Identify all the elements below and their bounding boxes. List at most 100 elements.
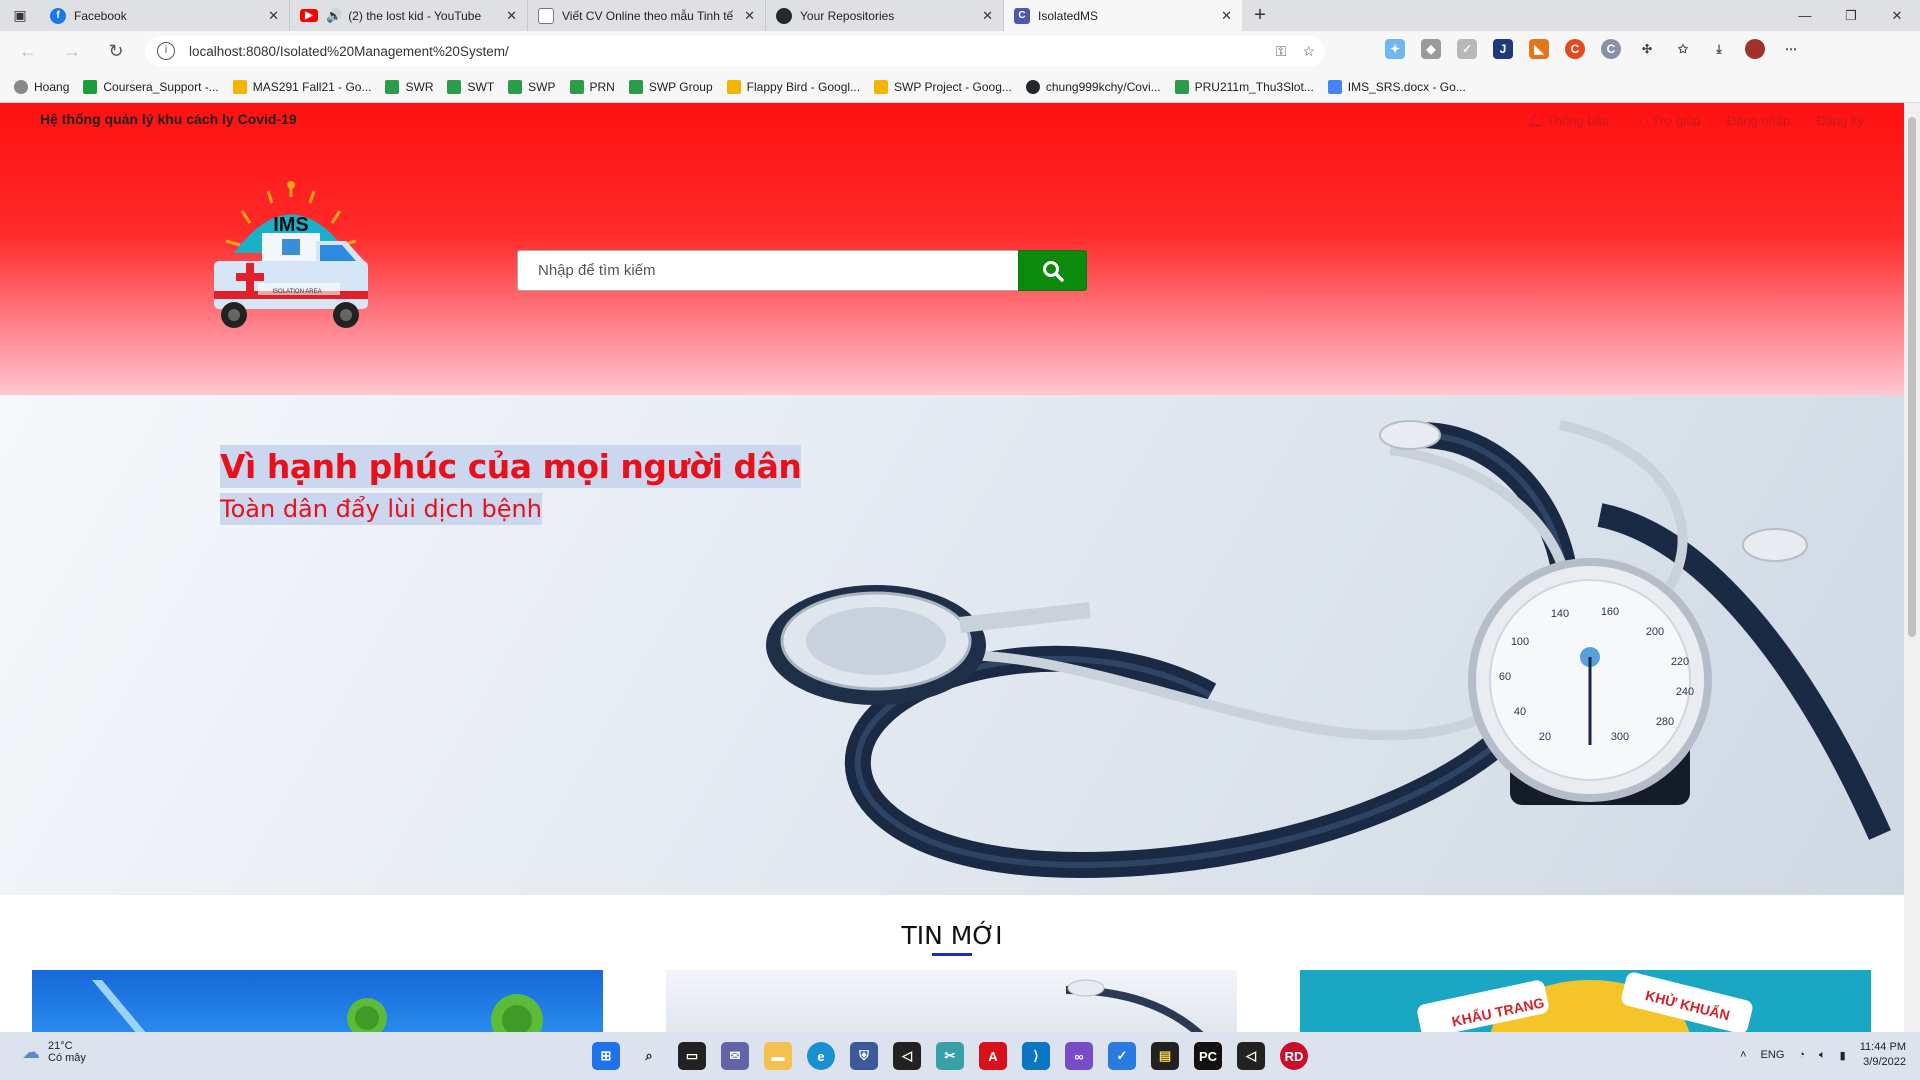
todo-icon[interactable]: ✓ <box>1108 1042 1136 1070</box>
search-button[interactable] <box>1018 250 1087 291</box>
file-explorer-icon[interactable]: ▬ <box>764 1042 792 1070</box>
taskbar: ☁ 21°C Có mây ⊞ ⌕ ▭ ✉ ▬ e ⛨ ◁ ✂ A ⟩ ∞ ✓ … <box>0 1032 1920 1080</box>
bookmark-label: SWP Group <box>648 79 713 94</box>
visual-studio-icon[interactable]: ∞ <box>1065 1042 1093 1070</box>
extension-bird-icon[interactable]: ✦ <box>1385 39 1405 59</box>
bookmark-swp-project[interactable]: SWP Project - Goog... <box>874 79 1012 94</box>
hero-banner: 100 140 160 200 220 240 60 40 20 300 280 Vì hạn… <box>0 395 1904 895</box>
ims-logo[interactable]: IMS ISOLATION AREA <box>212 181 370 331</box>
downloads-icon[interactable]: ⤓ <box>1709 39 1729 59</box>
mask-illustration: KHẨU TRANG KHỬ KHUẨN <box>1417 972 1753 1032</box>
battery-icon[interactable]: ▮ <box>1840 1049 1846 1062</box>
bookmark-label: MAS291 Fall21 - Go... <box>252 79 372 94</box>
refresh-icon[interactable]: ↻ <box>94 41 138 62</box>
bookmark-hoang[interactable]: Hoang <box>14 79 69 94</box>
tab-isolatedms[interactable]: C IsolatedMS ✕ <box>1004 0 1242 31</box>
extension-j-icon[interactable]: J <box>1493 39 1513 59</box>
chevron-up-icon[interactable]: ˄ <box>1740 1049 1746 1061</box>
bookmark-swp[interactable]: SWP <box>508 79 556 94</box>
bookmark-label: PRU211m_Thu3Slot... <box>1194 79 1314 94</box>
unity-hub-icon[interactable]: ◁ <box>1237 1042 1265 1070</box>
extension-c-icon[interactable]: C <box>1565 39 1585 59</box>
bookmark-pru211m[interactable]: PRU211m_Thu3Slot... <box>1174 79 1314 94</box>
new-tab-icon[interactable]: + <box>1242 4 1278 27</box>
search-icon[interactable]: ⌕ <box>635 1042 663 1070</box>
extension-shield-icon[interactable]: ✓ <box>1457 39 1477 59</box>
bookmark-swp-group[interactable]: SWP Group <box>628 79 713 94</box>
page-scrollbar[interactable] <box>1904 103 1920 1032</box>
close-tab-icon[interactable]: ✕ <box>1221 8 1232 24</box>
more-menu-icon[interactable]: ⋯ <box>1781 39 1801 59</box>
scrollbar-thumb[interactable] <box>1908 117 1916 637</box>
tab-actions-icon[interactable]: ▣ <box>0 0 40 31</box>
snipping-icon[interactable]: ✂ <box>936 1042 964 1070</box>
tab-cv[interactable]: Viết CV Online theo mẫu Tinh tế ✕ <box>528 0 766 31</box>
extensions-icon[interactable]: ✣ <box>1637 39 1657 59</box>
close-tab-icon[interactable]: ✕ <box>506 8 517 24</box>
web-page: Hệ thống quản lý khu cách ly Covid-19 🔔︎… <box>0 103 1904 1032</box>
unity-icon[interactable]: ◁ <box>893 1042 921 1070</box>
register-link[interactable]: Đăng ký <box>1816 111 1864 130</box>
url-field[interactable]: i localhost:8080/Isolated%20Management%2… <box>145 36 1325 66</box>
add-favorite-icon[interactable]: ☆ <box>1302 43 1315 60</box>
close-tab-icon[interactable]: ✕ <box>982 8 993 24</box>
bookmark-github[interactable]: chung999kchy/Covi... <box>1025 79 1161 94</box>
extension-gray-icon[interactable]: ◆ <box>1421 39 1441 59</box>
vscode-icon[interactable]: ⟩ <box>1022 1042 1050 1070</box>
svg-text:20: 20 <box>1539 731 1551 743</box>
github-icon <box>1025 79 1040 94</box>
search-input[interactable] <box>517 250 1018 291</box>
help-link[interactable]: ⓘ Trợ giúp <box>1635 111 1701 130</box>
extension-c2-icon[interactable]: C <box>1601 39 1621 59</box>
news-card[interactable]: KHẨU TRANG KHỬ KHUẨN <box>1300 970 1871 1032</box>
rider-icon[interactable]: RD <box>1280 1042 1308 1070</box>
forward-icon[interactable]: → <box>50 41 94 62</box>
security-icon[interactable]: ⛨ <box>850 1042 878 1070</box>
language-indicator[interactable]: ENG <box>1761 1049 1785 1061</box>
bookmark-coursera[interactable]: Coursera_Support -... <box>83 79 219 94</box>
close-window-icon[interactable]: ✕ <box>1874 0 1920 31</box>
meet-icon <box>569 79 584 94</box>
news-card[interactable] <box>666 970 1237 1032</box>
news-card[interactable] <box>32 970 603 1032</box>
restore-icon[interactable]: ❐ <box>1828 0 1874 31</box>
bookmark-ims-srs[interactable]: IMS_SRS.docx - Go... <box>1327 79 1466 94</box>
clock[interactable]: 11:44 PM 3/9/2022 <box>1860 1040 1906 1070</box>
bookmark-mas291[interactable]: MAS291 Fall21 - Go... <box>232 79 372 94</box>
sticky-notes-icon[interactable]: ▤ <box>1151 1042 1179 1070</box>
weather-widget[interactable]: ☁ 21°C Có mây <box>22 1040 86 1064</box>
bookmark-label: Flappy Bird - Googl... <box>746 79 861 94</box>
acrobat-icon[interactable]: A <box>979 1042 1007 1070</box>
tab-facebook[interactable]: f Facebook ✕ <box>40 0 290 31</box>
close-tab-icon[interactable]: ✕ <box>268 8 279 24</box>
meet-icon <box>385 79 400 94</box>
volume-icon[interactable]: 🔈︎ <box>1819 1049 1826 1062</box>
pycharm-icon[interactable]: PC <box>1194 1042 1222 1070</box>
edge-icon[interactable]: e <box>807 1042 835 1070</box>
wifi-icon[interactable]: ◔ <box>1798 1049 1805 1061</box>
login-link[interactable]: Đăng nhập <box>1727 111 1791 130</box>
tab-github[interactable]: Your Repositories ✕ <box>766 0 1004 31</box>
bookmark-flappy[interactable]: Flappy Bird - Googl... <box>726 79 861 94</box>
tab-youtube[interactable]: ▶ 🔊 (2) the lost kid - YouTube ✕ <box>290 0 528 31</box>
close-tab-icon[interactable]: ✕ <box>744 8 755 24</box>
meet-icon <box>628 79 643 94</box>
back-icon[interactable]: ← <box>6 41 50 62</box>
bookmarks-bar: Hoang Coursera_Support -... MAS291 Fall2… <box>0 71 1920 103</box>
profile-avatar[interactable] <box>1745 39 1765 59</box>
task-view-icon[interactable]: ▭ <box>678 1042 706 1070</box>
news-heading: TIN MỚI <box>901 921 1003 950</box>
bookmark-swt[interactable]: SWT <box>447 79 494 94</box>
key-icon[interactable]: ⚿ <box>1276 43 1287 60</box>
start-icon[interactable]: ⊞ <box>592 1042 620 1070</box>
speaker-icon[interactable]: 🔊 <box>326 8 342 24</box>
bookmark-prn[interactable]: PRN <box>569 79 615 94</box>
bookmark-swr[interactable]: SWR <box>385 79 433 94</box>
metamask-icon[interactable]: ◣ <box>1529 39 1549 59</box>
notifications-link[interactable]: 🔔︎ Thông báo <box>1526 111 1609 130</box>
favorites-icon[interactable]: ✩ <box>1673 39 1693 59</box>
info-icon[interactable]: i <box>157 42 175 60</box>
minimize-icon[interactable]: — <box>1782 0 1828 31</box>
tab-label: Your Repositories <box>800 8 895 23</box>
teams-icon[interactable]: ✉ <box>721 1042 749 1070</box>
